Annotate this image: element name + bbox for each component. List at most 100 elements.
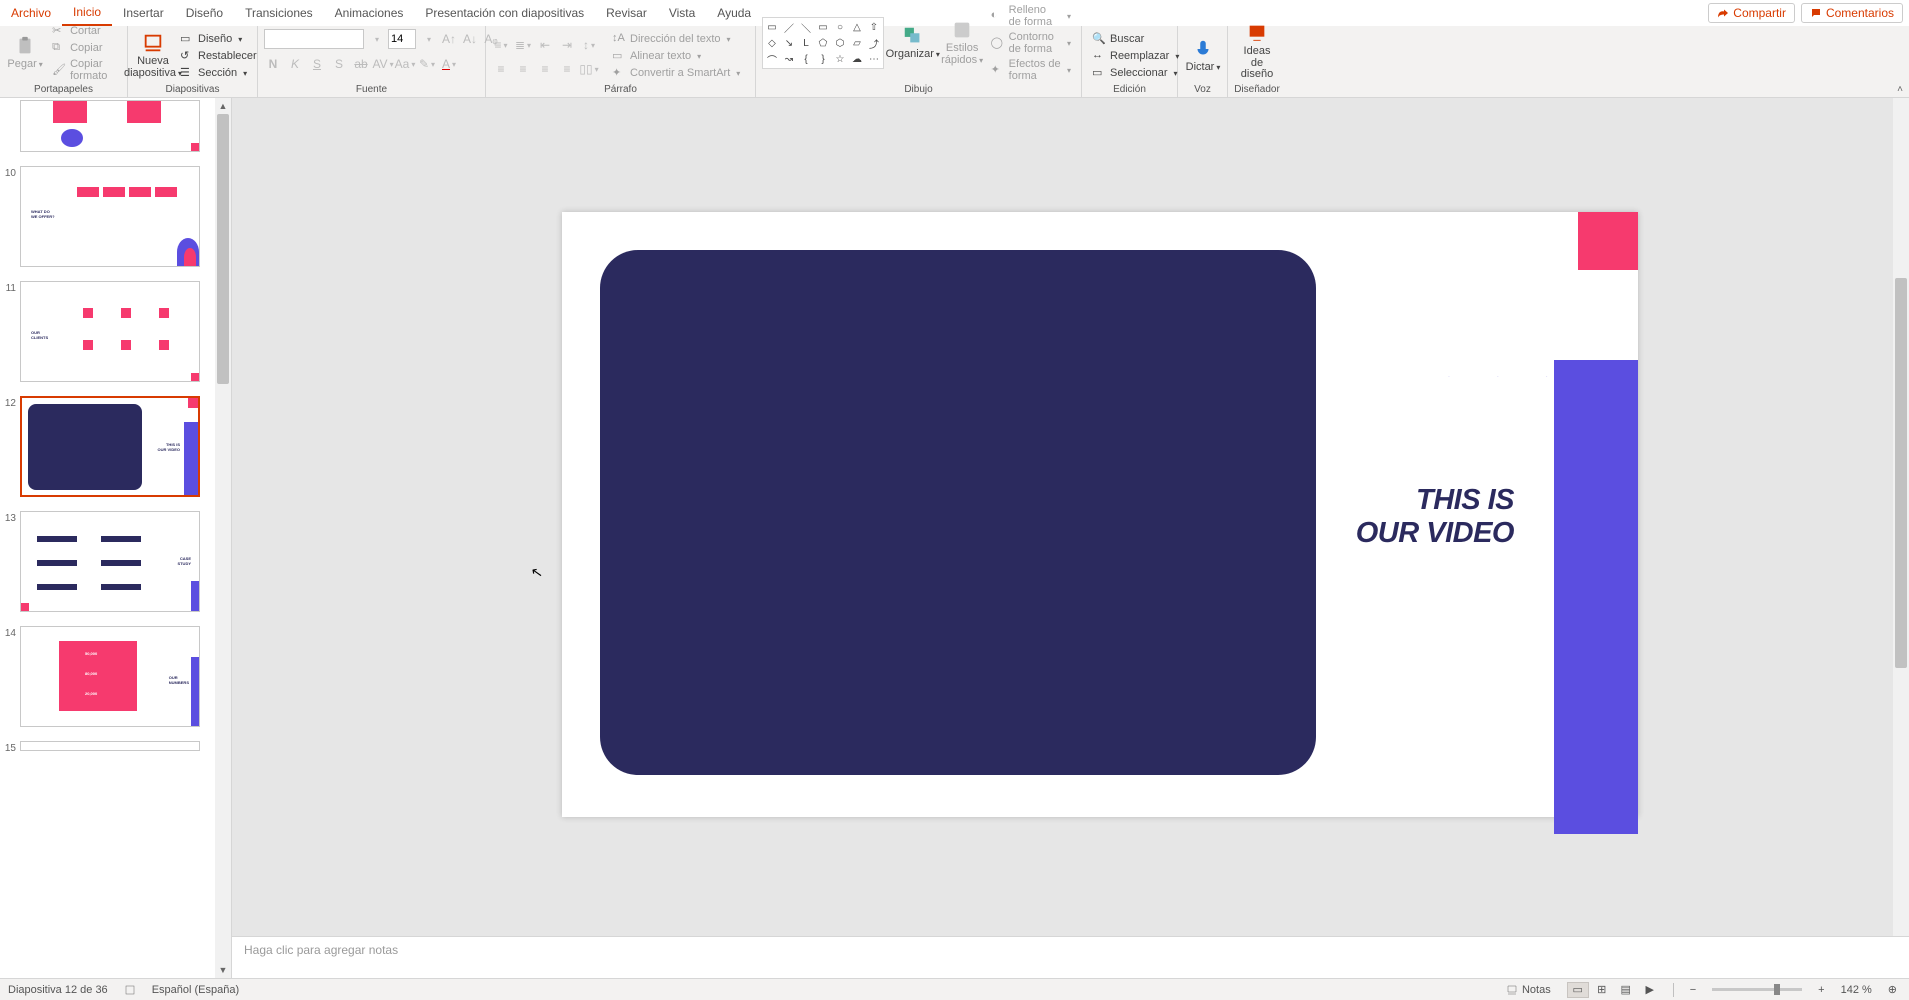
paste-button[interactable]: Pegar <box>6 33 44 73</box>
reset-icon: ↺ <box>180 49 194 63</box>
layout-button[interactable]: ▭Diseño <box>176 31 261 47</box>
tab-presentacion[interactable]: Presentación con diapositivas <box>414 1 595 25</box>
scroll-up-icon[interactable]: ▲ <box>215 98 231 114</box>
comments-label: Comentarios <box>1826 6 1894 20</box>
find-button[interactable]: 🔍Buscar <box>1088 31 1183 47</box>
slide-counter[interactable]: Diapositiva 12 de 36 <box>8 984 108 996</box>
strike-button[interactable]: ab <box>352 55 370 73</box>
shrink-font-button[interactable]: A↓ <box>461 30 479 48</box>
text-dir-label: Dirección del texto <box>630 33 721 45</box>
zoom-slider[interactable] <box>1712 988 1802 991</box>
italic-button[interactable]: K <box>286 55 304 73</box>
copy-button[interactable]: ⧉Copiar <box>48 40 121 56</box>
numbering-button[interactable]: ≣ <box>514 36 532 54</box>
thumbnail-scrollbar[interactable]: ▲ ▼ <box>215 98 231 978</box>
line-spacing-button[interactable]: ↕ <box>580 36 598 54</box>
tab-vista[interactable]: Vista <box>658 1 706 25</box>
font-size-dropdown[interactable] <box>419 30 437 48</box>
scrollbar-thumb[interactable] <box>217 114 229 384</box>
notes-pane[interactable]: Haga clic para agregar notas <box>232 936 1909 978</box>
reading-view-button[interactable]: ▤ <box>1615 982 1637 998</box>
columns-button[interactable]: ▯▯ <box>580 60 598 78</box>
outdent-button[interactable]: ⇤ <box>536 36 554 54</box>
quick-styles-button[interactable]: Estilos rápidos <box>942 17 983 68</box>
grow-font-button[interactable]: A↑ <box>440 30 458 48</box>
tab-revisar[interactable]: Revisar <box>595 1 658 25</box>
zoom-knob[interactable] <box>1774 984 1780 995</box>
smartart-button[interactable]: ✦Convertir a SmartArt <box>608 65 744 81</box>
quick-label: Estilos rápidos <box>941 43 983 66</box>
font-name-dropdown[interactable] <box>367 30 385 48</box>
language-indicator[interactable]: Español (España) <box>152 984 239 996</box>
spacing-button[interactable]: AV <box>374 55 392 73</box>
sorter-view-button[interactable]: ⊞ <box>1591 982 1613 998</box>
new-slide-button[interactable]: Nueva diapositiva <box>134 30 172 81</box>
thumbnail-11[interactable]: 11 OURCLIENTS <box>2 281 209 382</box>
thumbnail-10[interactable]: 10 WHAT DOWE OFFER? <box>2 166 209 267</box>
align-right-button[interactable]: ≡ <box>536 60 554 78</box>
case-button[interactable]: Aa <box>396 55 414 73</box>
zoom-level[interactable]: 142 % <box>1841 984 1872 996</box>
smartart-icon: ✦ <box>612 66 626 80</box>
zoom-in-button[interactable]: + <box>1814 984 1828 996</box>
font-color-button[interactable]: A <box>440 55 458 73</box>
scroll-down-icon[interactable]: ▼ <box>215 962 231 978</box>
tab-ayuda[interactable]: Ayuda <box>706 1 762 25</box>
normal-view-button[interactable]: ▭ <box>1567 982 1589 998</box>
format-painter-button[interactable]: 🖌Copiar formato <box>48 57 121 83</box>
indent-button[interactable]: ⇥ <box>558 36 576 54</box>
pink-square-decor[interactable] <box>1578 212 1638 270</box>
select-button[interactable]: ▭Seleccionar <box>1088 65 1183 81</box>
mic-icon <box>1192 38 1214 60</box>
zoom-out-button[interactable]: − <box>1686 984 1700 996</box>
thumbnail-9[interactable] <box>2 100 209 152</box>
fit-window-button[interactable]: ⊕ <box>1884 983 1901 996</box>
shadow-button[interactable]: S <box>330 55 348 73</box>
clipboard-icon <box>14 35 36 57</box>
canvas-scroll-thumb[interactable] <box>1895 278 1907 668</box>
justify-button[interactable]: ≡ <box>558 60 576 78</box>
slide-title[interactable]: THIS IS OUR VIDEO <box>1356 484 1514 550</box>
slide[interactable]: · · · THIS IS OUR VIDEO <box>562 212 1638 817</box>
tab-transiciones[interactable]: Transiciones <box>234 1 324 25</box>
dictate-button[interactable]: Dictar <box>1184 36 1222 76</box>
tab-animaciones[interactable]: Animaciones <box>324 1 415 25</box>
replace-button[interactable]: ↔Reemplazar <box>1088 48 1183 64</box>
tab-diseno[interactable]: Diseño <box>175 1 234 25</box>
bold-button[interactable]: N <box>264 55 282 73</box>
shape-effects-button[interactable]: ✦Efectos de forma <box>987 57 1075 83</box>
thumbnail-15[interactable]: 15 <box>2 741 209 754</box>
slide-canvas[interactable]: · · · THIS IS OUR VIDEO ↖ <box>232 98 1909 936</box>
font-size-input[interactable] <box>388 29 416 49</box>
thumbnail-12[interactable]: 12 THIS ISOUR VIDEO <box>2 396 209 497</box>
notes-toggle[interactable]: Notas <box>1502 984 1555 996</box>
arrange-button[interactable]: Organizar <box>888 23 938 63</box>
slideshow-view-button[interactable]: ▶ <box>1639 982 1661 998</box>
align-text-button[interactable]: ▭Alinear texto <box>608 48 744 64</box>
canvas-scrollbar[interactable] <box>1893 98 1909 936</box>
thumbnail-13[interactable]: 13 CASESTUDY <box>2 511 209 612</box>
shapes-gallery[interactable]: ▭／＼▭○△⇧ ◇↘L⬠⬡▱⤴ ⌒↝{}☆☁⋯ <box>762 17 884 69</box>
thumbnail-14[interactable]: 14 50,000 80,000 20,000 OURNUMBERS <box>2 626 209 727</box>
share-button[interactable]: Compartir <box>1708 3 1795 23</box>
drawing-group-label: Dibujo <box>756 83 1081 97</box>
align-center-button[interactable]: ≡ <box>514 60 532 78</box>
highlight-button[interactable]: ✎ <box>418 55 436 73</box>
accessibility-button[interactable] <box>120 984 140 996</box>
reset-button[interactable]: ↺Restablecer <box>176 48 261 64</box>
section-button[interactable]: ☰Sección <box>176 65 261 81</box>
shape-fill-button[interactable]: ◐Relleno de forma <box>987 3 1075 29</box>
video-placeholder[interactable] <box>600 250 1316 775</box>
underline-button[interactable]: S <box>308 55 326 73</box>
design-ideas-button[interactable]: Ideas de diseño <box>1234 20 1280 83</box>
bullets-button[interactable]: ≡ <box>492 36 510 54</box>
text-direction-button[interactable]: ↕ADirección del texto <box>608 31 744 47</box>
shape-outline-button[interactable]: ◯Contorno de forma <box>987 30 1075 56</box>
comments-button[interactable]: Comentarios <box>1801 3 1903 23</box>
font-name-input[interactable] <box>264 29 364 49</box>
cut-button[interactable]: ✂Cortar <box>48 23 121 39</box>
thumbnail-list[interactable]: 10 WHAT DOWE OFFER? 11 OURCLIENTS <box>0 98 215 978</box>
collapse-ribbon-button[interactable]: ˄ <box>1897 84 1903 95</box>
purple-bar-decor[interactable] <box>1554 360 1638 834</box>
align-left-button[interactable]: ≡ <box>492 60 510 78</box>
